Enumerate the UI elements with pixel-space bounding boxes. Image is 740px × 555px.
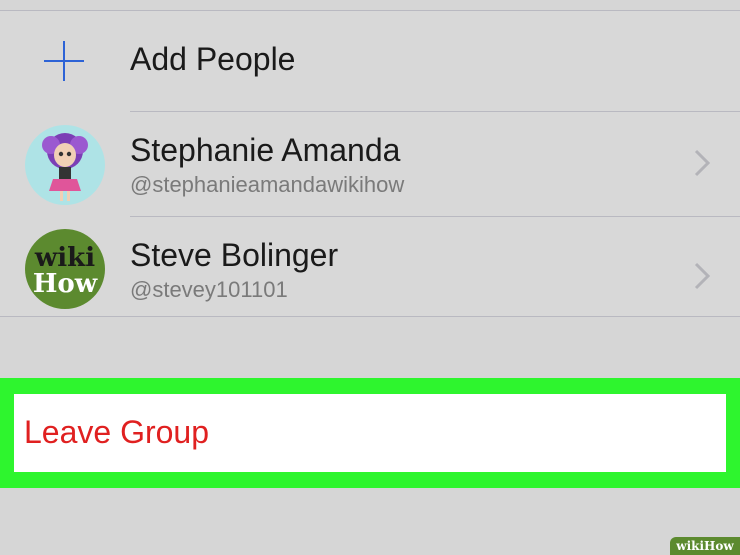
avatar-text-how: How	[32, 269, 98, 299]
plus-icon[interactable]	[44, 41, 84, 81]
member-name: Stephanie Amanda	[130, 132, 401, 168]
chevron-right-icon	[688, 148, 716, 178]
add-people-row[interactable]: Add People	[0, 11, 740, 111]
member-row[interactable]: wiki How Steve Bolinger @stevey101101	[0, 217, 740, 321]
member-handle: @stevey101101	[130, 277, 288, 302]
leave-group-highlight: Leave Group	[0, 378, 740, 488]
watermark-logo: wikiHow	[670, 537, 740, 555]
add-people-label: Add People	[130, 41, 296, 77]
member-row[interactable]: Stephanie Amanda @stephanieamandawikihow	[0, 112, 740, 216]
chevron-right-icon	[688, 261, 716, 291]
wikihow-logo-avatar: wiki How	[25, 229, 105, 309]
members-list: Add People Stephanie Amanda @stephanieam…	[0, 11, 740, 317]
top-divider	[0, 0, 740, 11]
member-name: Steve Bolinger	[130, 237, 339, 273]
leave-group-button[interactable]: Leave Group	[14, 394, 726, 472]
doll-avatar	[25, 125, 105, 205]
leave-group-label: Leave Group	[24, 414, 210, 450]
member-handle: @stephanieamandawikihow	[130, 172, 405, 197]
